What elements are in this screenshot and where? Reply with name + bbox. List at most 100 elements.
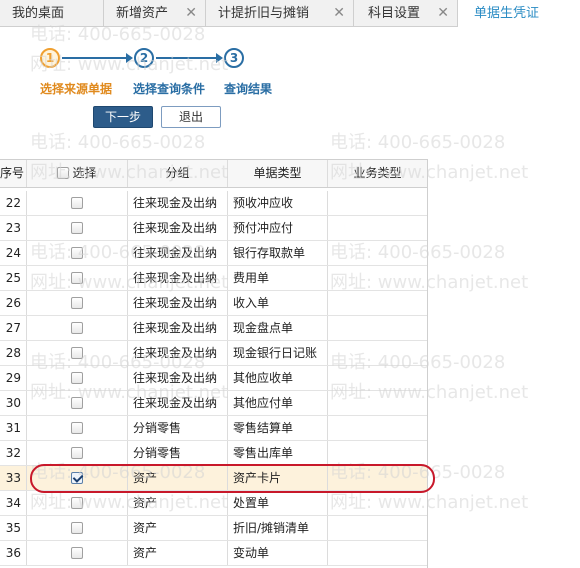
row-checkbox[interactable]: [71, 471, 83, 484]
row-number: 31: [0, 416, 27, 440]
doc-type-cell: 其他应付单: [228, 391, 328, 415]
select-cell[interactable]: [27, 491, 128, 515]
watermark-text: 电话: 400-665-0028: [30, 132, 206, 153]
select-cell[interactable]: [27, 541, 128, 565]
row-checkbox[interactable]: [71, 446, 83, 459]
doc-type-cell: 银行存取款单: [228, 241, 328, 265]
biz-type-cell: [328, 316, 427, 340]
select-cell[interactable]: [27, 266, 128, 290]
table-row[interactable]: 34 资产 处置单: [0, 491, 427, 516]
row-number: 35: [0, 516, 27, 540]
tab-label: 新增资产: [116, 6, 169, 21]
tab-label: 我的桌面: [12, 6, 65, 21]
row-checkbox[interactable]: [71, 371, 83, 384]
column-header-doc-type[interactable]: 单据类型: [228, 160, 328, 187]
close-icon[interactable]: ✕: [185, 0, 197, 27]
biz-type-cell: [328, 191, 427, 215]
select-cell[interactable]: [27, 466, 128, 490]
row-checkbox[interactable]: [71, 321, 83, 334]
select-cell[interactable]: [27, 241, 128, 265]
exit-button[interactable]: 退出: [161, 106, 221, 128]
group-cell: 资产: [128, 541, 228, 565]
select-cell[interactable]: [27, 316, 128, 340]
table-row[interactable]: 23 往来现金及出纳 预付冲应付: [0, 216, 427, 241]
doc-type-cell: 处置单: [228, 491, 328, 515]
row-number: 26: [0, 291, 27, 315]
column-header-select[interactable]: 选择: [27, 160, 128, 187]
select-cell[interactable]: [27, 191, 128, 215]
row-checkbox[interactable]: [71, 396, 83, 409]
row-checkbox[interactable]: [71, 546, 83, 559]
row-checkbox[interactable]: [71, 221, 83, 234]
next-step-button[interactable]: 下一步: [93, 106, 153, 128]
column-header-group[interactable]: 分组: [128, 160, 228, 187]
close-icon[interactable]: ✕: [333, 0, 345, 27]
tab-my-desktop[interactable]: 我的桌面: [0, 0, 104, 27]
step-3-icon: 3: [224, 48, 244, 68]
group-cell: 往来现金及出纳: [128, 266, 228, 290]
table-row[interactable]: 25 往来现金及出纳 费用单: [0, 266, 427, 291]
row-checkbox[interactable]: [71, 271, 83, 284]
table-row[interactable]: 35 资产 折旧/摊销清单: [0, 516, 427, 541]
select-all-checkbox[interactable]: [57, 166, 70, 179]
table-row[interactable]: 27 往来现金及出纳 现金盘点单: [0, 316, 427, 341]
row-checkbox[interactable]: [71, 521, 83, 534]
row-checkbox[interactable]: [71, 196, 83, 209]
select-cell[interactable]: [27, 416, 128, 440]
group-cell: 往来现金及出纳: [128, 391, 228, 415]
tab-account-settings[interactable]: 科目设置 ✕: [354, 0, 458, 27]
tab-label: 科目设置: [368, 6, 421, 21]
biz-type-cell: [328, 466, 427, 490]
table-row[interactable]: 22 往来现金及出纳 预收冲应收: [0, 191, 427, 216]
row-checkbox[interactable]: [71, 346, 83, 359]
group-cell: 分销零售: [128, 441, 228, 465]
group-cell: 分销零售: [128, 416, 228, 440]
table-row[interactable]: 28 往来现金及出纳 现金银行日记账: [0, 341, 427, 366]
step-2-icon: 2: [134, 48, 154, 68]
doc-type-cell: 资产卡片: [228, 466, 328, 490]
tab-voucher-generation[interactable]: 单据生凭证: [458, 0, 580, 28]
doc-type-cell: 现金银行日记账: [228, 341, 328, 365]
table-row[interactable]: 29 往来现金及出纳 其他应收单: [0, 366, 427, 391]
biz-type-cell: [328, 541, 427, 565]
table-row[interactable]: 33 资产 资产卡片: [0, 466, 427, 491]
column-header-label: 选择: [72, 166, 97, 180]
row-checkbox[interactable]: [71, 296, 83, 309]
table-row[interactable]: 32 分销零售 零售出库单: [0, 441, 427, 466]
row-number: 36: [0, 541, 27, 565]
select-cell[interactable]: [27, 391, 128, 415]
table-row[interactable]: 30 往来现金及出纳 其他应付单: [0, 391, 427, 416]
group-cell: 往来现金及出纳: [128, 216, 228, 240]
close-icon[interactable]: ✕: [437, 0, 449, 27]
group-cell: 往来现金及出纳: [128, 341, 228, 365]
doc-type-cell: 零售结算单: [228, 416, 328, 440]
step-connector: [62, 57, 126, 59]
column-header-biz-type[interactable]: 业务类型: [328, 160, 427, 187]
row-number: 23: [0, 216, 27, 240]
document-type-grid: 序号 选择 分组 单据类型 业务类型 22 往来现金及出纳 预收冲应收 23 往来现金及…: [0, 159, 428, 568]
table-row[interactable]: 26 往来现金及出纳 收入单: [0, 291, 427, 316]
row-checkbox[interactable]: [71, 496, 83, 509]
table-row[interactable]: 24 往来现金及出纳 银行存取款单: [0, 241, 427, 266]
select-cell[interactable]: [27, 366, 128, 390]
row-number: 33: [0, 466, 27, 490]
group-cell: 资产: [128, 491, 228, 515]
select-cell[interactable]: [27, 516, 128, 540]
row-number: 28: [0, 341, 27, 365]
row-checkbox[interactable]: [71, 421, 83, 434]
table-row[interactable]: 31 分销零售 零售结算单: [0, 416, 427, 441]
tab-depreciation[interactable]: 计提折旧与摊销 ✕: [206, 0, 354, 27]
row-checkbox[interactable]: [71, 246, 83, 259]
select-cell[interactable]: [27, 216, 128, 240]
select-cell[interactable]: [27, 441, 128, 465]
group-cell: 资产: [128, 466, 228, 490]
tab-add-asset[interactable]: 新增资产 ✕: [104, 0, 206, 27]
grid-header: 序号 选择 分组 单据类型 业务类型: [0, 160, 427, 188]
select-cell[interactable]: [27, 291, 128, 315]
biz-type-cell: [328, 341, 427, 365]
step-1-icon: 1: [40, 48, 60, 68]
row-number: 24: [0, 241, 27, 265]
table-row[interactable]: 36 资产 变动单: [0, 541, 427, 566]
select-cell[interactable]: [27, 341, 128, 365]
biz-type-cell: [328, 241, 427, 265]
